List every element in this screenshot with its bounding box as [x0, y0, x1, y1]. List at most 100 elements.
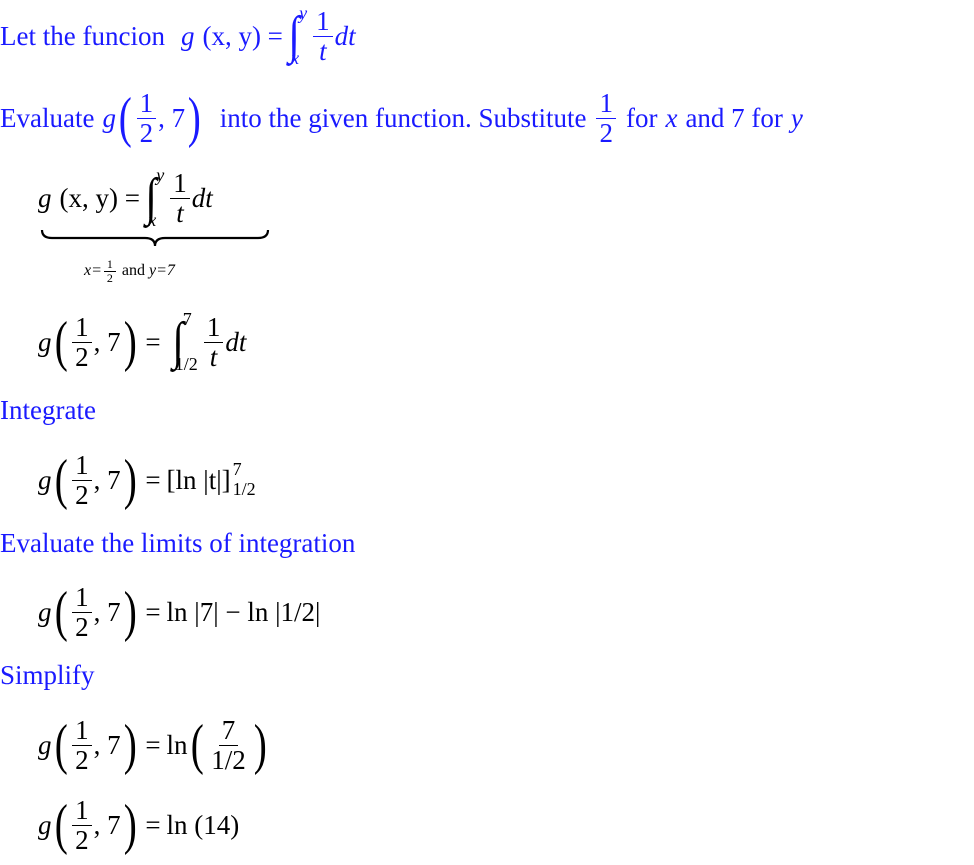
evaluate-text-2: into the given function. Substitute [219, 102, 587, 133]
parenthesis: ( [190, 714, 204, 776]
math-text: (x, y) = [59, 182, 140, 213]
math-text: 1 [72, 716, 92, 746]
math-text: , 7 [93, 464, 121, 495]
math-text: = [145, 326, 161, 357]
math-part: 12 [72, 796, 92, 854]
math-part: 12 [72, 313, 92, 371]
math-part: 12 [72, 451, 92, 509]
math-text: 7 [232, 459, 242, 480]
differential: dt [334, 20, 356, 51]
math-text: 2 [139, 117, 154, 148]
math-text: = [145, 596, 161, 627]
math-part: 12 [72, 716, 92, 774]
math-text: 1 [596, 89, 616, 119]
intro-text: Let the funcion [0, 20, 165, 51]
math-text: 7 [218, 716, 239, 746]
parenthesis: ( [118, 87, 132, 149]
parenthesis: ) [253, 714, 267, 776]
math-text: t [209, 341, 218, 372]
integral-icon: ∫ y x [288, 3, 308, 68]
math-text: dt [191, 182, 213, 213]
function-name: g [102, 102, 116, 133]
math-part: yx [148, 165, 165, 231]
math-text: g [38, 326, 52, 357]
parenthesis: ) [123, 794, 137, 856]
function-name: g [180, 20, 195, 51]
math-text: g [38, 809, 52, 840]
equation-5: g(1 2, 7) = ln(7 1/2) [38, 705, 269, 785]
equation-2: g(1 2, 7) = ∫ 7 1/2 1t dt [38, 302, 246, 382]
math-text: and [121, 262, 146, 280]
math-text: , 7 [93, 596, 121, 627]
integral-icon: ∫ 7 1/2 [171, 309, 198, 374]
fraction: 1t [313, 7, 333, 65]
math-text: 1 [203, 313, 224, 343]
math-part: 1t [203, 313, 224, 372]
parenthesis: ( [54, 449, 68, 511]
var-x: x [665, 102, 678, 133]
parenthesis: ) [123, 714, 137, 776]
math-text: 7 [182, 309, 192, 329]
math-text: 1 [136, 89, 157, 119]
math-text: 2 [75, 744, 89, 775]
fraction: 12 [136, 89, 157, 148]
math-text: 1 [313, 7, 333, 37]
math-text: 1 [72, 313, 92, 343]
fraction: 12 [596, 89, 616, 147]
equation-4: g(1 2, 7) = ln |7| − ln |1/2| [38, 572, 320, 652]
and-text: and 7 for [685, 102, 783, 133]
math-text: , 7 [93, 729, 121, 760]
limits-label: Evaluate the limits of integration [0, 527, 356, 558]
math-text: y [156, 165, 165, 185]
math-text: 1 [72, 796, 92, 826]
math-text: 2 [599, 117, 613, 148]
evaluate-line: Evaluate g (1 2, 7) into the given functi… [0, 82, 803, 154]
math-part: 12 [72, 583, 92, 641]
parenthesis: ( [54, 581, 68, 643]
math-text: , 7 [93, 809, 121, 840]
math-text: g [38, 729, 52, 760]
math-part: 12 [103, 258, 116, 284]
math-text: ln |7| − ln |1/2| [166, 596, 321, 627]
equation-1: g (x, y) = ∫ y x 1t dt [38, 162, 213, 234]
math-text: ln [166, 729, 188, 760]
math-part: 7 1/2 [232, 459, 256, 500]
integrate-label: Integrate [0, 394, 96, 425]
math-part: 7 1/2 [208, 716, 249, 774]
math-text: ln (14) [166, 809, 240, 840]
math-text: 1/2 [232, 479, 256, 499]
parenthesis: ) [123, 581, 137, 643]
for-text: for [625, 102, 658, 133]
underbrace-icon [40, 229, 270, 247]
upper-limit: y [299, 3, 308, 23]
math-text: = [145, 729, 161, 760]
math-part: 1t [170, 169, 190, 227]
math-text: 1/2 [211, 744, 246, 775]
math-text: 1 [72, 451, 92, 481]
math-text: t [319, 35, 327, 66]
function-args: (x, y) = [202, 20, 283, 51]
math-text: x= [84, 262, 102, 280]
math-text: 1 [72, 583, 92, 613]
math-text: 1 [103, 258, 116, 272]
parenthesis: ) [123, 311, 137, 373]
math-text: g [38, 596, 52, 627]
math-text: dt [225, 326, 247, 357]
math-text: g [38, 464, 52, 495]
math-text: 2 [75, 479, 89, 510]
math-text: 2 [75, 611, 89, 642]
integral-icon: ∫ y x [145, 165, 165, 231]
math-text: t [176, 197, 184, 228]
equation-3: g(1 2, 7) = [ln |t|] 7 1/2 [38, 440, 256, 520]
math-text: = [145, 464, 161, 495]
math-text: 2 [75, 824, 89, 855]
math-text: , 7 [93, 326, 121, 357]
parenthesis: ( [54, 794, 68, 856]
second-arg: , 7 [158, 102, 186, 133]
evaluate-text: Evaluate [0, 102, 95, 133]
math-text: g [38, 182, 52, 213]
parenthesis: ) [187, 87, 201, 149]
math-text: y=7 [149, 262, 175, 280]
var-y: y [790, 102, 803, 133]
simplify-label: Simplify [0, 659, 95, 690]
